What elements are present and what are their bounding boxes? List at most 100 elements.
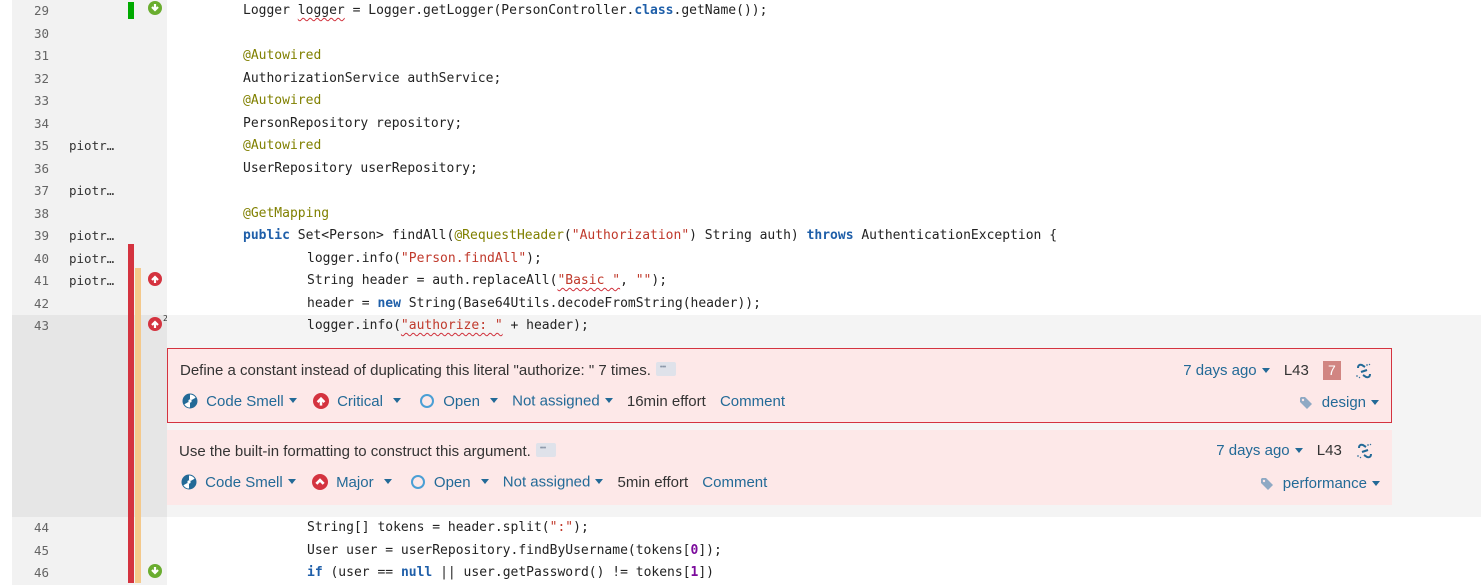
issues-panel: Define a constant instead of duplicating… — [12, 337, 1481, 517]
scm-author[interactable]: piotr… — [69, 248, 114, 271]
issue-age-dropdown[interactable]: 7 days ago — [1216, 442, 1303, 459]
permalink-icon[interactable] — [1355, 362, 1373, 380]
issue-severity-dropdown[interactable]: Major — [311, 473, 392, 491]
code-text: AuthorizationService authService; — [243, 70, 502, 86]
issue-assignee-dropdown[interactable]: Not assigned — [512, 392, 613, 410]
critical-severity-icon[interactable] — [148, 317, 162, 331]
code-text: logger.info("Person.findAll"); — [307, 250, 542, 266]
line-number[interactable]: 37 — [12, 180, 49, 203]
new-code-bar[interactable] — [128, 2, 134, 19]
line-number[interactable]: 44 — [12, 517, 49, 540]
issue-card[interactable]: Define a constant instead of duplicating… — [167, 348, 1392, 423]
line-number[interactable]: 31 — [12, 45, 49, 68]
more-icon[interactable] — [655, 362, 676, 377]
line-number[interactable]: 29 — [12, 0, 49, 23]
line-number[interactable]: 43 — [12, 315, 49, 338]
code-line: 29 Logger logger = Logger.getLogger(Pers… — [12, 0, 1481, 23]
scm-author[interactable]: piotr… — [69, 225, 114, 248]
locations-count-badge[interactable]: 7 — [1323, 361, 1341, 380]
tag-icon — [1299, 397, 1312, 410]
issue-message[interactable]: Use the built-in formatting to construct… — [179, 443, 531, 460]
issue-card[interactable]: Use the built-in formatting to construct… — [167, 430, 1392, 505]
tags-dropdown[interactable]: design — [1299, 394, 1379, 411]
code-line: 37 piotr… — [12, 180, 1481, 203]
code-text: String[] tokens = header.split(":"); — [307, 520, 589, 535]
line-number[interactable]: 45 — [12, 540, 49, 563]
issue-status-dropdown[interactable]: Open — [410, 473, 489, 491]
code-text: @Autowired — [243, 138, 322, 153]
issue-type-dropdown[interactable]: Code Smell — [182, 392, 297, 410]
line-number[interactable]: 42 — [12, 293, 49, 316]
comment-link[interactable]: Comment — [702, 474, 767, 491]
code-text: User user = userRepository.findByUsernam… — [307, 542, 722, 558]
code-text: logger.info("authorize: " + header); — [307, 318, 589, 333]
line-number[interactable]: 38 — [12, 203, 49, 226]
code-line-selected: 43 2 logger.info("authorize: " + header)… — [12, 314, 1481, 338]
code-line: 39 piotr… public Set<Person> findAll(@Re… — [12, 225, 1481, 248]
code-text: header = new String(Base64Utils.decodeFr… — [307, 295, 761, 311]
code-text: if (user == null || user.getPassword() !… — [307, 565, 715, 580]
line-number[interactable]: 30 — [12, 23, 49, 46]
arrow-down-minor-icon[interactable] — [148, 564, 162, 578]
code-smell-icon — [182, 393, 198, 409]
code-line: 42 header = new String(Base64Utils.decod… — [12, 292, 1481, 316]
issue-line[interactable]: L43 — [1284, 362, 1309, 379]
code-line: 36 UserRepository userRepository; — [12, 157, 1481, 181]
line-number[interactable]: 33 — [12, 90, 49, 113]
code-text: String header = auth.replaceAll("Basic "… — [307, 273, 668, 288]
issue-type-dropdown[interactable]: Code Smell — [181, 473, 296, 491]
line-number[interactable]: 32 — [12, 68, 49, 91]
code-smell-icon — [181, 474, 197, 490]
tag-icon — [1260, 478, 1273, 491]
issue-status-dropdown[interactable]: Open — [419, 392, 498, 410]
line-gutter: 29 — [12, 0, 167, 23]
code-text: public Set<Person> findAll(@RequestHeade… — [243, 228, 1058, 243]
code-line: 35 piotr… @Autowired — [12, 135, 1481, 158]
source-viewer: 29 Logger logger = Logger.getLogger(Pers… — [12, 0, 1481, 585]
code-line: 34 PersonRepository repository; — [12, 112, 1481, 136]
line-number[interactable]: 35 — [12, 135, 49, 158]
issue-age-dropdown[interactable]: 7 days ago — [1183, 362, 1270, 379]
comment-link[interactable]: Comment — [720, 393, 785, 410]
code-line: 44 String[] tokens = header.split(":"); — [12, 517, 1481, 540]
code-text: @Autowired — [243, 48, 322, 63]
code-text: Logger logger = Logger.getLogger(PersonC… — [243, 3, 768, 18]
issue-assignee-dropdown[interactable]: Not assigned — [503, 473, 604, 491]
code-line: 45 User user = userRepository.findByUser… — [12, 539, 1481, 563]
code-line: 32 AuthorizationService authService; — [12, 67, 1481, 91]
issue-line[interactable]: L43 — [1317, 442, 1342, 459]
more-icon[interactable] — [535, 443, 556, 458]
open-status-icon — [420, 394, 435, 409]
code-line: 30 — [12, 22, 1481, 46]
tags-dropdown[interactable]: performance — [1260, 475, 1380, 492]
scm-author[interactable]: piotr… — [69, 135, 114, 158]
line-number[interactable]: 46 — [12, 562, 49, 585]
code-text: @Autowired — [243, 93, 322, 108]
permalink-icon[interactable] — [1356, 442, 1374, 460]
major-severity-icon — [311, 474, 328, 491]
scm-author[interactable]: piotr… — [69, 270, 114, 293]
duplication-bar[interactable] — [128, 244, 134, 583]
code-line: 40 piotr… logger.info("Person.findAll"); — [12, 247, 1481, 271]
arrow-down-minor-icon[interactable] — [148, 1, 162, 15]
line-number[interactable]: 36 — [12, 158, 49, 181]
critical-severity-icon[interactable] — [148, 272, 162, 286]
code-line: 38 @GetMapping — [12, 202, 1481, 226]
code-text: PersonRepository repository; — [243, 115, 463, 131]
open-status-icon — [410, 475, 425, 490]
issue-message[interactable]: Define a constant instead of duplicating… — [180, 362, 651, 379]
code-line: 31 @Autowired — [12, 45, 1481, 68]
line-number[interactable]: 41 — [12, 270, 49, 293]
code-text: UserRepository userRepository; — [243, 160, 478, 176]
issue-severity-dropdown[interactable]: Critical — [312, 392, 401, 410]
code-line: 41 piotr… String header = auth.replaceAl… — [12, 270, 1481, 293]
critical-severity-icon — [312, 393, 329, 410]
scm-author[interactable]: piotr… — [69, 180, 114, 203]
issue-effort: 16min effort — [626, 392, 706, 410]
line-number[interactable]: 39 — [12, 225, 49, 248]
coverage-bar[interactable] — [135, 268, 141, 583]
code-text: @GetMapping — [243, 205, 330, 221]
code-line: 33 @Autowired — [12, 90, 1481, 113]
line-number[interactable]: 40 — [12, 248, 49, 271]
line-number[interactable]: 34 — [12, 113, 49, 136]
